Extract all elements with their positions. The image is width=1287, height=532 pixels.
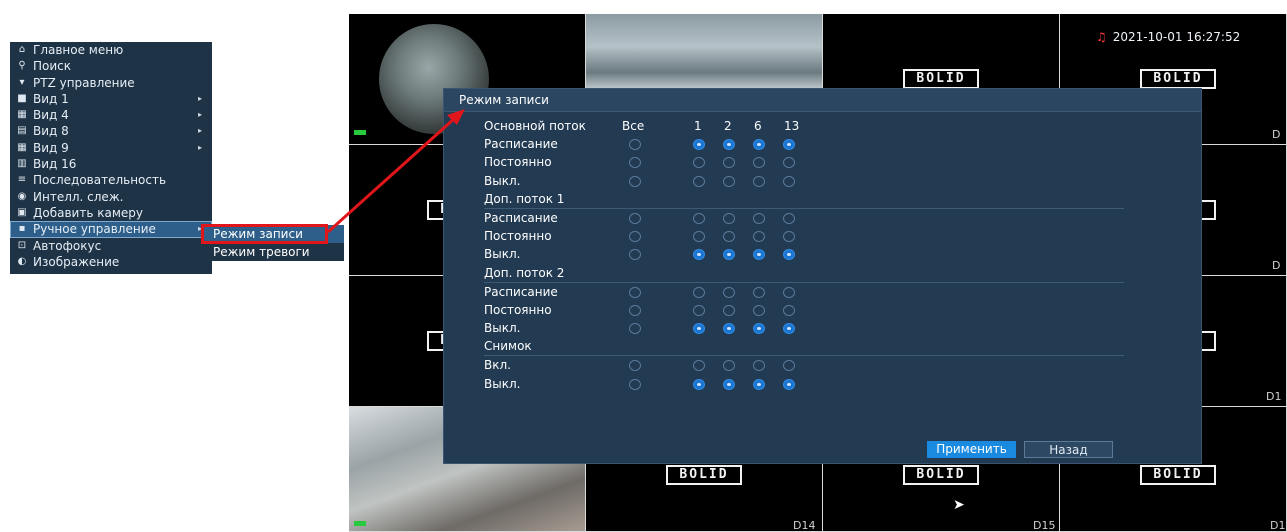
annotation-arrow [326,109,465,234]
mouse-cursor-icon: ➤ [953,497,965,513]
